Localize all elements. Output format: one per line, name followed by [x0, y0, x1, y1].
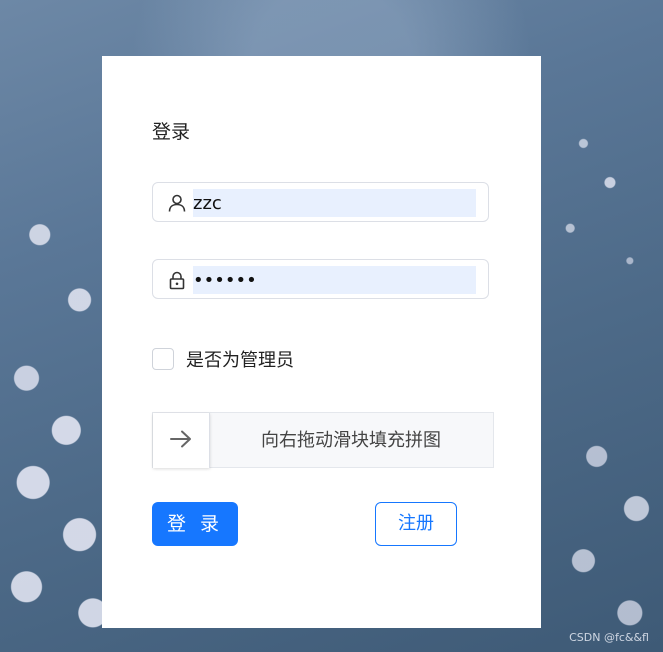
watermark: CSDN @fc&&fl	[569, 631, 649, 644]
username-input[interactable]	[193, 189, 476, 217]
arrow-right-icon	[169, 429, 193, 453]
password-field[interactable]	[152, 259, 489, 299]
password-input[interactable]	[193, 266, 476, 294]
username-field[interactable]	[152, 182, 489, 222]
admin-checkbox-label[interactable]: 是否为管理员	[186, 346, 294, 372]
slider-hint-text: 向右拖动滑块填充拼图	[261, 430, 441, 451]
admin-checkbox-row[interactable]: 是否为管理员	[152, 346, 294, 372]
login-card: 登录 是否为管理员	[102, 56, 541, 628]
admin-checkbox[interactable]	[152, 348, 174, 370]
login-button[interactable]: 登 录	[152, 502, 238, 546]
lock-icon	[167, 270, 187, 290]
slider-captcha: 向右拖动滑块填充拼图	[152, 412, 494, 468]
login-title: 登录	[152, 121, 191, 143]
register-button[interactable]: 注册	[375, 502, 457, 546]
user-icon	[167, 193, 187, 213]
slider-handle[interactable]	[153, 413, 210, 468]
